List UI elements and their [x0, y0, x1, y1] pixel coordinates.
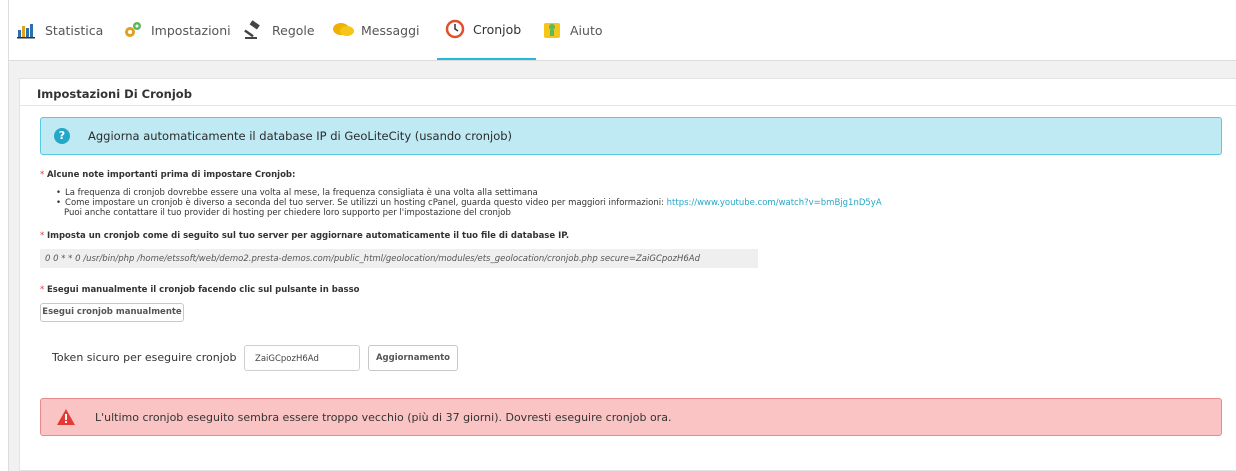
chat-bubbles-icon	[333, 20, 354, 40]
tab-messaggi[interactable]: Messaggi	[333, 0, 420, 60]
list-item: Come impostare un cronjob è diverso a se…	[56, 198, 882, 208]
token-label: Token sicuro per eseguire cronjob	[52, 351, 237, 364]
token-input[interactable]: ZaiGCpozH6Ad	[244, 345, 360, 371]
gavel-icon	[244, 20, 264, 40]
list-item: La frequenza di cronjob dovrebbe essere …	[56, 188, 882, 198]
run-cronjob-button[interactable]: Esegui cronjob manualmente	[40, 303, 184, 322]
bullet2-text: Come impostare un cronjob è diverso a se…	[65, 198, 667, 208]
gears-icon	[123, 20, 143, 40]
tab-regole[interactable]: Regole	[244, 0, 315, 60]
setup-heading: * Imposta un cronjob come di seguito sul…	[40, 231, 570, 241]
tab-statistica[interactable]: Statistica	[17, 0, 103, 60]
update-button[interactable]: Aggiornamento	[368, 345, 458, 371]
tab-bar: Statistica Impostazioni Regole Messaggi …	[9, 0, 1236, 61]
notes-title: Alcune note importanti prima di impostar…	[46, 170, 296, 180]
notes-heading: * Alcune note importanti prima di impost…	[40, 170, 296, 180]
help-icon	[542, 20, 562, 40]
clock-icon	[445, 19, 465, 39]
manual-title: Esegui manualmente il cronjob facendo cl…	[46, 285, 360, 295]
youtube-link[interactable]: https://www.youtube.com/watch?v=bmBjg1nD…	[667, 198, 882, 208]
tab-aiuto[interactable]: Aiuto	[542, 0, 603, 60]
cronjob-panel: Impostazioni Di Cronjob ? Aggiorna autom…	[19, 78, 1236, 471]
tab-cronjob[interactable]: Cronjob	[437, 0, 536, 60]
warning-alert: L'ultimo cronjob eseguito sembra essere …	[40, 398, 1222, 436]
tab-impostazioni[interactable]: Impostazioni	[123, 0, 231, 60]
tab-label: Aiuto	[570, 22, 603, 38]
info-text: Aggiorna automaticamente il database IP …	[88, 129, 513, 143]
tab-label: Statistica	[45, 22, 104, 38]
tab-label: Regole	[272, 22, 315, 38]
warning-icon	[57, 409, 75, 425]
manual-heading: * Esegui manualmente il cronjob facendo …	[40, 285, 360, 295]
panel-title: Impostazioni Di Cronjob	[20, 79, 1236, 106]
setup-title: Imposta un cronjob come di seguito sul t…	[46, 231, 570, 241]
cron-command[interactable]: 0 0 * * 0 /usr/bin/php /home/etssoft/web…	[40, 249, 758, 268]
app-frame: Statistica Impostazioni Regole Messaggi …	[8, 0, 1236, 471]
chart-icon	[17, 20, 37, 40]
tab-label: Messaggi	[361, 22, 420, 38]
question-icon: ?	[54, 128, 70, 144]
notes-list: La frequenza di cronjob dovrebbe essere …	[56, 188, 882, 218]
tab-label: Impostazioni	[151, 22, 231, 38]
list-item: Puoi anche contattare il tuo provider di…	[64, 208, 511, 218]
info-box: ? Aggiorna automaticamente il database I…	[40, 117, 1222, 155]
alert-text: L'ultimo cronjob eseguito sembra essere …	[95, 410, 672, 424]
tab-label: Cronjob	[473, 21, 522, 37]
